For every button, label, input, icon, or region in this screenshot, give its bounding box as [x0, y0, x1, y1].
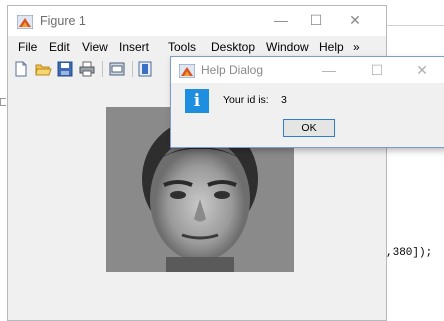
figure-titlebar[interactable]: Figure 1 — ☐ ✕: [8, 6, 386, 36]
menu-edit[interactable]: Edit: [49, 40, 70, 54]
menu-view[interactable]: View: [82, 40, 108, 54]
menu-bar: File Edit View Insert Tools Desktop Wind…: [8, 37, 386, 57]
dialog-titlebar[interactable]: Help Dialog — ☐ ✕: [171, 57, 444, 83]
dialog-close-button[interactable]: ✕: [406, 59, 438, 81]
menu-help[interactable]: Help: [319, 40, 344, 54]
save-icon[interactable]: [56, 60, 74, 78]
background-editor: ,380]);: [380, 0, 444, 321]
minimize-button[interactable]: —: [265, 9, 297, 31]
menu-file[interactable]: File: [18, 40, 37, 54]
close-button[interactable]: ✕: [339, 9, 371, 31]
link-plot-icon[interactable]: [108, 60, 126, 78]
figure-window: Figure 1 — ☐ ✕ File Edit View Insert Too…: [7, 5, 387, 321]
maximize-button[interactable]: ☐: [300, 9, 332, 31]
matlab-logo-icon: [17, 15, 33, 29]
help-dialog: Help Dialog — ☐ ✕ i Your id is: 3 OK: [170, 56, 444, 148]
menu-window[interactable]: Window: [266, 40, 309, 54]
toolbar-separator: [132, 61, 133, 77]
dialog-message-value: 3: [281, 94, 287, 106]
print-icon[interactable]: [78, 60, 96, 78]
figure-title: Figure 1: [40, 14, 86, 28]
menu-overflow-icon[interactable]: »: [353, 40, 360, 54]
insert-colorbar-icon[interactable]: [136, 60, 154, 78]
open-file-icon[interactable]: [34, 60, 52, 78]
toolbar-separator: [102, 61, 103, 77]
new-figure-icon[interactable]: [12, 60, 30, 78]
ok-button[interactable]: OK: [283, 119, 335, 137]
editor-code-fragment: ,380]);: [386, 247, 433, 259]
menu-tools[interactable]: Tools: [168, 40, 196, 54]
dialog-maximize-button[interactable]: ☐: [361, 59, 393, 81]
dialog-title: Help Dialog: [201, 63, 264, 77]
background-window-edge: [0, 98, 6, 106]
editor-divider: [380, 25, 444, 26]
matlab-logo-icon: [179, 64, 195, 78]
dialog-minimize-button[interactable]: —: [313, 59, 345, 81]
menu-desktop[interactable]: Desktop: [211, 40, 255, 54]
info-icon: i: [185, 89, 209, 113]
dialog-message-label: Your id is:: [223, 94, 269, 106]
menu-insert[interactable]: Insert: [119, 40, 149, 54]
